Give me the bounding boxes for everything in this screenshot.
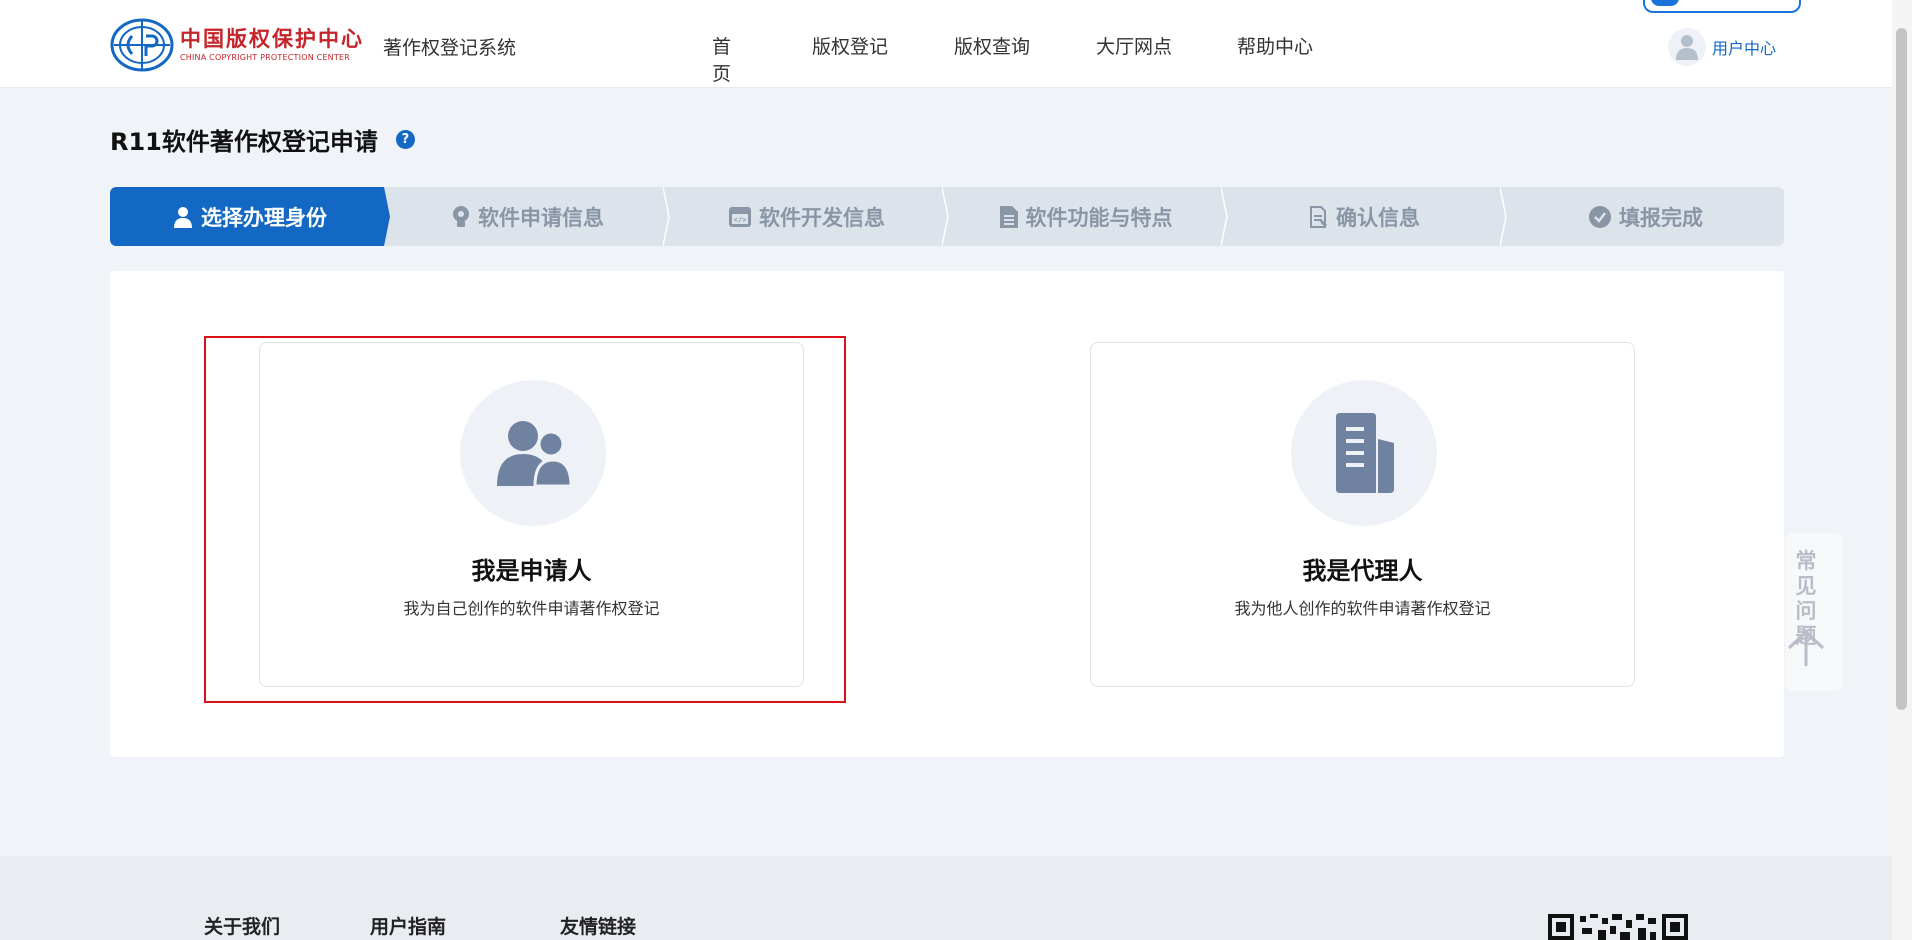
- step-separator: [942, 187, 949, 246]
- applicant-card-desc: 我为自己创作的软件申请著作权登记: [403, 599, 660, 618]
- agent-card[interactable]: 我是代理人 我为他人创作的软件申请著作权登记: [1090, 342, 1635, 687]
- step-complete[interactable]: 填报完成: [1508, 187, 1784, 246]
- check-circle-icon: [1589, 205, 1611, 228]
- users-icon: [460, 380, 606, 526]
- step-software-features[interactable]: 软件功能与特点: [950, 187, 1222, 246]
- page-title: R11软件著作权登记申请 ?: [110, 122, 415, 157]
- help-circle-icon[interactable]: ?: [395, 130, 415, 149]
- nav-item-service-halls[interactable]: 大厅网点: [1096, 32, 1216, 59]
- qr-code-icon: [1548, 914, 1688, 940]
- floating-tools: 常见 问题: [1786, 533, 1843, 691]
- copyright-emblem-icon: [110, 18, 174, 72]
- arrow-up-icon[interactable]: [1786, 628, 1826, 668]
- step-separator: [1500, 187, 1507, 246]
- agent-card-desc: 我为他人创作的软件申请著作权登记: [1234, 599, 1491, 618]
- footer-user-guide[interactable]: 用户指南: [370, 912, 446, 939]
- page-scrollbar[interactable]: [1892, 0, 1912, 940]
- user-center-label: 用户中心: [1712, 39, 1777, 58]
- nav-item-copyright-register[interactable]: 版权登记: [812, 32, 932, 59]
- user-avatar-icon: [1668, 28, 1706, 66]
- logo-chinese-text: 中国版权保护中心: [180, 26, 364, 51]
- applicant-card-title: 我是申请人: [471, 557, 592, 585]
- system-name: 著作权登记系统: [383, 37, 517, 59]
- step-separator: [663, 187, 670, 246]
- nav-item-help-center[interactable]: 帮助中心: [1237, 32, 1357, 59]
- page-title-text: R11软件著作权登记申请: [110, 128, 378, 156]
- scrollbar-thumb[interactable]: [1896, 28, 1907, 710]
- documents-icon: [1291, 380, 1437, 526]
- step-software-application[interactable]: 软件申请信息: [392, 187, 664, 246]
- agent-card-title: 我是代理人: [1302, 557, 1423, 585]
- step-label: 软件开发信息: [759, 205, 885, 230]
- footer-about-us[interactable]: 关于我们: [204, 912, 280, 939]
- bulb-icon: [452, 205, 470, 228]
- site-footer: 关于我们 用户指南 友情链接: [0, 856, 1892, 940]
- step-label: 软件功能与特点: [1025, 205, 1173, 230]
- step-select-identity[interactable]: 选择办理身份: [110, 187, 390, 246]
- step-separator: [1221, 187, 1228, 246]
- step-label: 选择办理身份: [201, 205, 327, 230]
- progress-steps: 选择办理身份 软件申请信息 </> 软件开发信息 软件功能与特点 确认信息 填报…: [110, 187, 1784, 246]
- top-header: 中国版权保护中心 CHINA COPYRIGHT PROTECTION CENT…: [0, 0, 1892, 88]
- step-label: 填报完成: [1619, 205, 1703, 230]
- code-window-icon: </>: [729, 206, 751, 227]
- file-edit-icon: [1310, 205, 1328, 228]
- top-floating-pill[interactable]: [1643, 0, 1801, 13]
- footer-friendly-links[interactable]: 友情链接: [560, 912, 636, 939]
- user-center-link[interactable]: 用户中心: [1668, 28, 1776, 66]
- applicant-card[interactable]: 我是申请人 我为自己创作的软件申请著作权登记: [259, 342, 804, 687]
- site-logo[interactable]: 中国版权保护中心 CHINA COPYRIGHT PROTECTION CENT…: [110, 18, 364, 72]
- svg-text:</>: </>: [734, 216, 747, 224]
- nav-item-copyright-query[interactable]: 版权查询: [954, 32, 1074, 59]
- step-label: 确认信息: [1336, 205, 1420, 230]
- user-icon: [173, 206, 193, 228]
- logo-english-text: CHINA COPYRIGHT PROTECTION CENTER: [180, 53, 350, 62]
- step-software-development[interactable]: </> 软件开发信息: [671, 187, 943, 246]
- nav-item-home[interactable]: 首页: [712, 32, 731, 86]
- step-confirm-info[interactable]: 确认信息: [1229, 187, 1501, 246]
- document-icon: [999, 205, 1018, 228]
- step-label: 软件申请信息: [478, 205, 604, 230]
